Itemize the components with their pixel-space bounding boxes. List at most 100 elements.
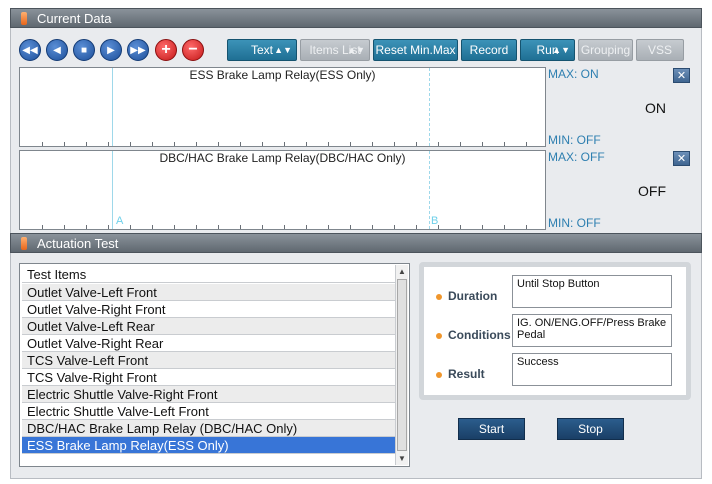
axis-tick bbox=[262, 142, 263, 146]
axis-tick bbox=[416, 142, 417, 146]
current-data-header: Current Data bbox=[10, 8, 702, 28]
test-item-row[interactable]: TCS Valve-Left Front bbox=[22, 352, 395, 369]
axis-tick bbox=[306, 225, 307, 229]
test-item-row[interactable]: DBC/HAC Brake Lamp Relay (DBC/HAC Only) bbox=[22, 420, 395, 437]
bullet-icon bbox=[436, 371, 442, 378]
duration-value: Until Stop Button bbox=[512, 275, 672, 308]
vss-button[interactable]: VSS bbox=[636, 39, 684, 61]
axis-tick bbox=[350, 142, 351, 146]
axis-tick bbox=[306, 142, 307, 146]
cursor-a-line[interactable] bbox=[112, 68, 113, 146]
cursor-a-line[interactable] bbox=[112, 151, 113, 229]
test-item-row[interactable]: Outlet Valve-Right Rear bbox=[22, 335, 395, 352]
test-item-row[interactable]: Outlet Valve-Left Rear bbox=[22, 318, 395, 335]
test-item-row[interactable]: Electric Shuttle Valve-Right Front bbox=[22, 386, 395, 403]
grouping-button[interactable]: Grouping bbox=[578, 39, 633, 61]
scroll-up-icon[interactable]: ▲ bbox=[396, 265, 408, 278]
axis-tick bbox=[174, 142, 175, 146]
list-header: Test Items bbox=[22, 266, 395, 283]
axis-tick bbox=[482, 142, 483, 146]
conditions-label: Conditions bbox=[436, 328, 511, 342]
fast-forward-icon[interactable]: ▶▶ bbox=[127, 39, 149, 61]
time-axis-ticks bbox=[20, 141, 545, 146]
zoom-in-icon[interactable]: + bbox=[155, 39, 177, 61]
axis-tick bbox=[350, 225, 351, 229]
dbc-hac-brake-lamp-graph: DBC/HAC Brake Lamp Relay(DBC/HAC Only) A… bbox=[19, 150, 546, 230]
zoom-out-icon[interactable]: − bbox=[182, 39, 204, 61]
graph1-close-icon[interactable]: ✕ bbox=[673, 68, 690, 83]
axis-tick bbox=[152, 142, 153, 146]
axis-tick bbox=[42, 142, 43, 146]
start-button[interactable]: Start bbox=[458, 418, 525, 440]
cursor-b-line[interactable] bbox=[429, 68, 430, 146]
graph2-current-state: OFF bbox=[638, 183, 666, 199]
record-button[interactable]: Record bbox=[461, 39, 517, 61]
test-item-row[interactable]: Outlet Valve-Left Front bbox=[22, 284, 395, 301]
stop-icon[interactable]: ■ bbox=[73, 39, 95, 61]
axis-tick bbox=[196, 142, 197, 146]
conditions-value: IG. ON/ENG.OFF/Press Brake Pedal bbox=[512, 314, 672, 347]
axis-tick bbox=[526, 225, 527, 229]
graph-title: DBC/HAC Brake Lamp Relay(DBC/HAC Only) bbox=[159, 151, 406, 165]
test-item-row[interactable]: Electric Shuttle Valve-Left Front bbox=[22, 403, 395, 420]
axis-tick bbox=[372, 142, 373, 146]
axis-tick bbox=[130, 225, 131, 229]
axis-tick bbox=[394, 142, 395, 146]
axis-tick bbox=[504, 225, 505, 229]
result-label: Result bbox=[436, 367, 485, 381]
axis-tick bbox=[240, 225, 241, 229]
axis-tick bbox=[174, 225, 175, 229]
list-scrollbar[interactable]: ▲ ▼ bbox=[395, 265, 408, 465]
axis-tick bbox=[108, 142, 109, 146]
test-item-row[interactable]: Outlet Valve-Right Front bbox=[22, 301, 395, 318]
items-list-select[interactable]: Items List ▲▼ bbox=[300, 39, 370, 61]
graph2-close-icon[interactable]: ✕ bbox=[673, 151, 690, 166]
axis-tick bbox=[108, 225, 109, 229]
axis-tick bbox=[262, 225, 263, 229]
axis-tick bbox=[42, 225, 43, 229]
axis-tick bbox=[196, 225, 197, 229]
axis-tick bbox=[394, 225, 395, 229]
graph1-min-label: MIN: OFF bbox=[548, 133, 601, 147]
spinner-arrows-icon: ▲▼ bbox=[552, 45, 570, 55]
cursor-b-line[interactable] bbox=[429, 151, 430, 229]
axis-tick bbox=[152, 225, 153, 229]
axis-tick bbox=[284, 142, 285, 146]
axis-tick bbox=[130, 142, 131, 146]
spinner-arrows-icon: ▲▼ bbox=[274, 45, 292, 55]
test-items-list[interactable]: Test Items Outlet Valve-Left Front Outlet… bbox=[19, 263, 410, 467]
test-item-row[interactable]: TCS Valve-Right Front bbox=[22, 369, 395, 386]
axis-tick bbox=[218, 225, 219, 229]
axis-tick bbox=[64, 225, 65, 229]
panel-marker-icon bbox=[21, 237, 27, 250]
axis-tick bbox=[438, 225, 439, 229]
test-item-row[interactable]: ESS Brake Lamp Relay(ESS Only) bbox=[22, 437, 395, 454]
axis-tick bbox=[240, 142, 241, 146]
axis-tick bbox=[526, 142, 527, 146]
result-value: Success bbox=[512, 353, 672, 386]
rewind-fast-icon[interactable]: ◀◀ bbox=[19, 39, 41, 61]
run-select[interactable]: Run ▲▼ bbox=[520, 39, 575, 61]
axis-tick bbox=[284, 225, 285, 229]
axis-tick bbox=[416, 225, 417, 229]
axis-tick bbox=[460, 225, 461, 229]
axis-tick bbox=[372, 225, 373, 229]
graph2-max-label: MAX: OFF bbox=[548, 150, 605, 164]
text-view-select[interactable]: Text ▲▼ bbox=[227, 39, 297, 61]
axis-tick bbox=[218, 142, 219, 146]
current-data-title: Current Data bbox=[37, 11, 112, 26]
play-icon[interactable]: ▶ bbox=[100, 39, 122, 61]
actuation-test-header: Actuation Test bbox=[10, 233, 702, 253]
scroll-down-icon[interactable]: ▼ bbox=[396, 452, 408, 465]
panel-marker-icon bbox=[21, 12, 27, 25]
stop-button[interactable]: Stop bbox=[557, 418, 624, 440]
scroll-thumb[interactable] bbox=[397, 279, 407, 451]
step-back-icon[interactable]: ◀ bbox=[46, 39, 68, 61]
bullet-icon bbox=[436, 293, 442, 300]
bullet-icon bbox=[436, 332, 442, 339]
reset-min-max-button[interactable]: Reset Min.Max bbox=[373, 39, 458, 61]
ess-brake-lamp-graph: ESS Brake Lamp Relay(ESS Only) bbox=[19, 67, 546, 147]
axis-tick bbox=[86, 142, 87, 146]
time-axis-ticks bbox=[20, 224, 545, 229]
axis-tick bbox=[504, 142, 505, 146]
